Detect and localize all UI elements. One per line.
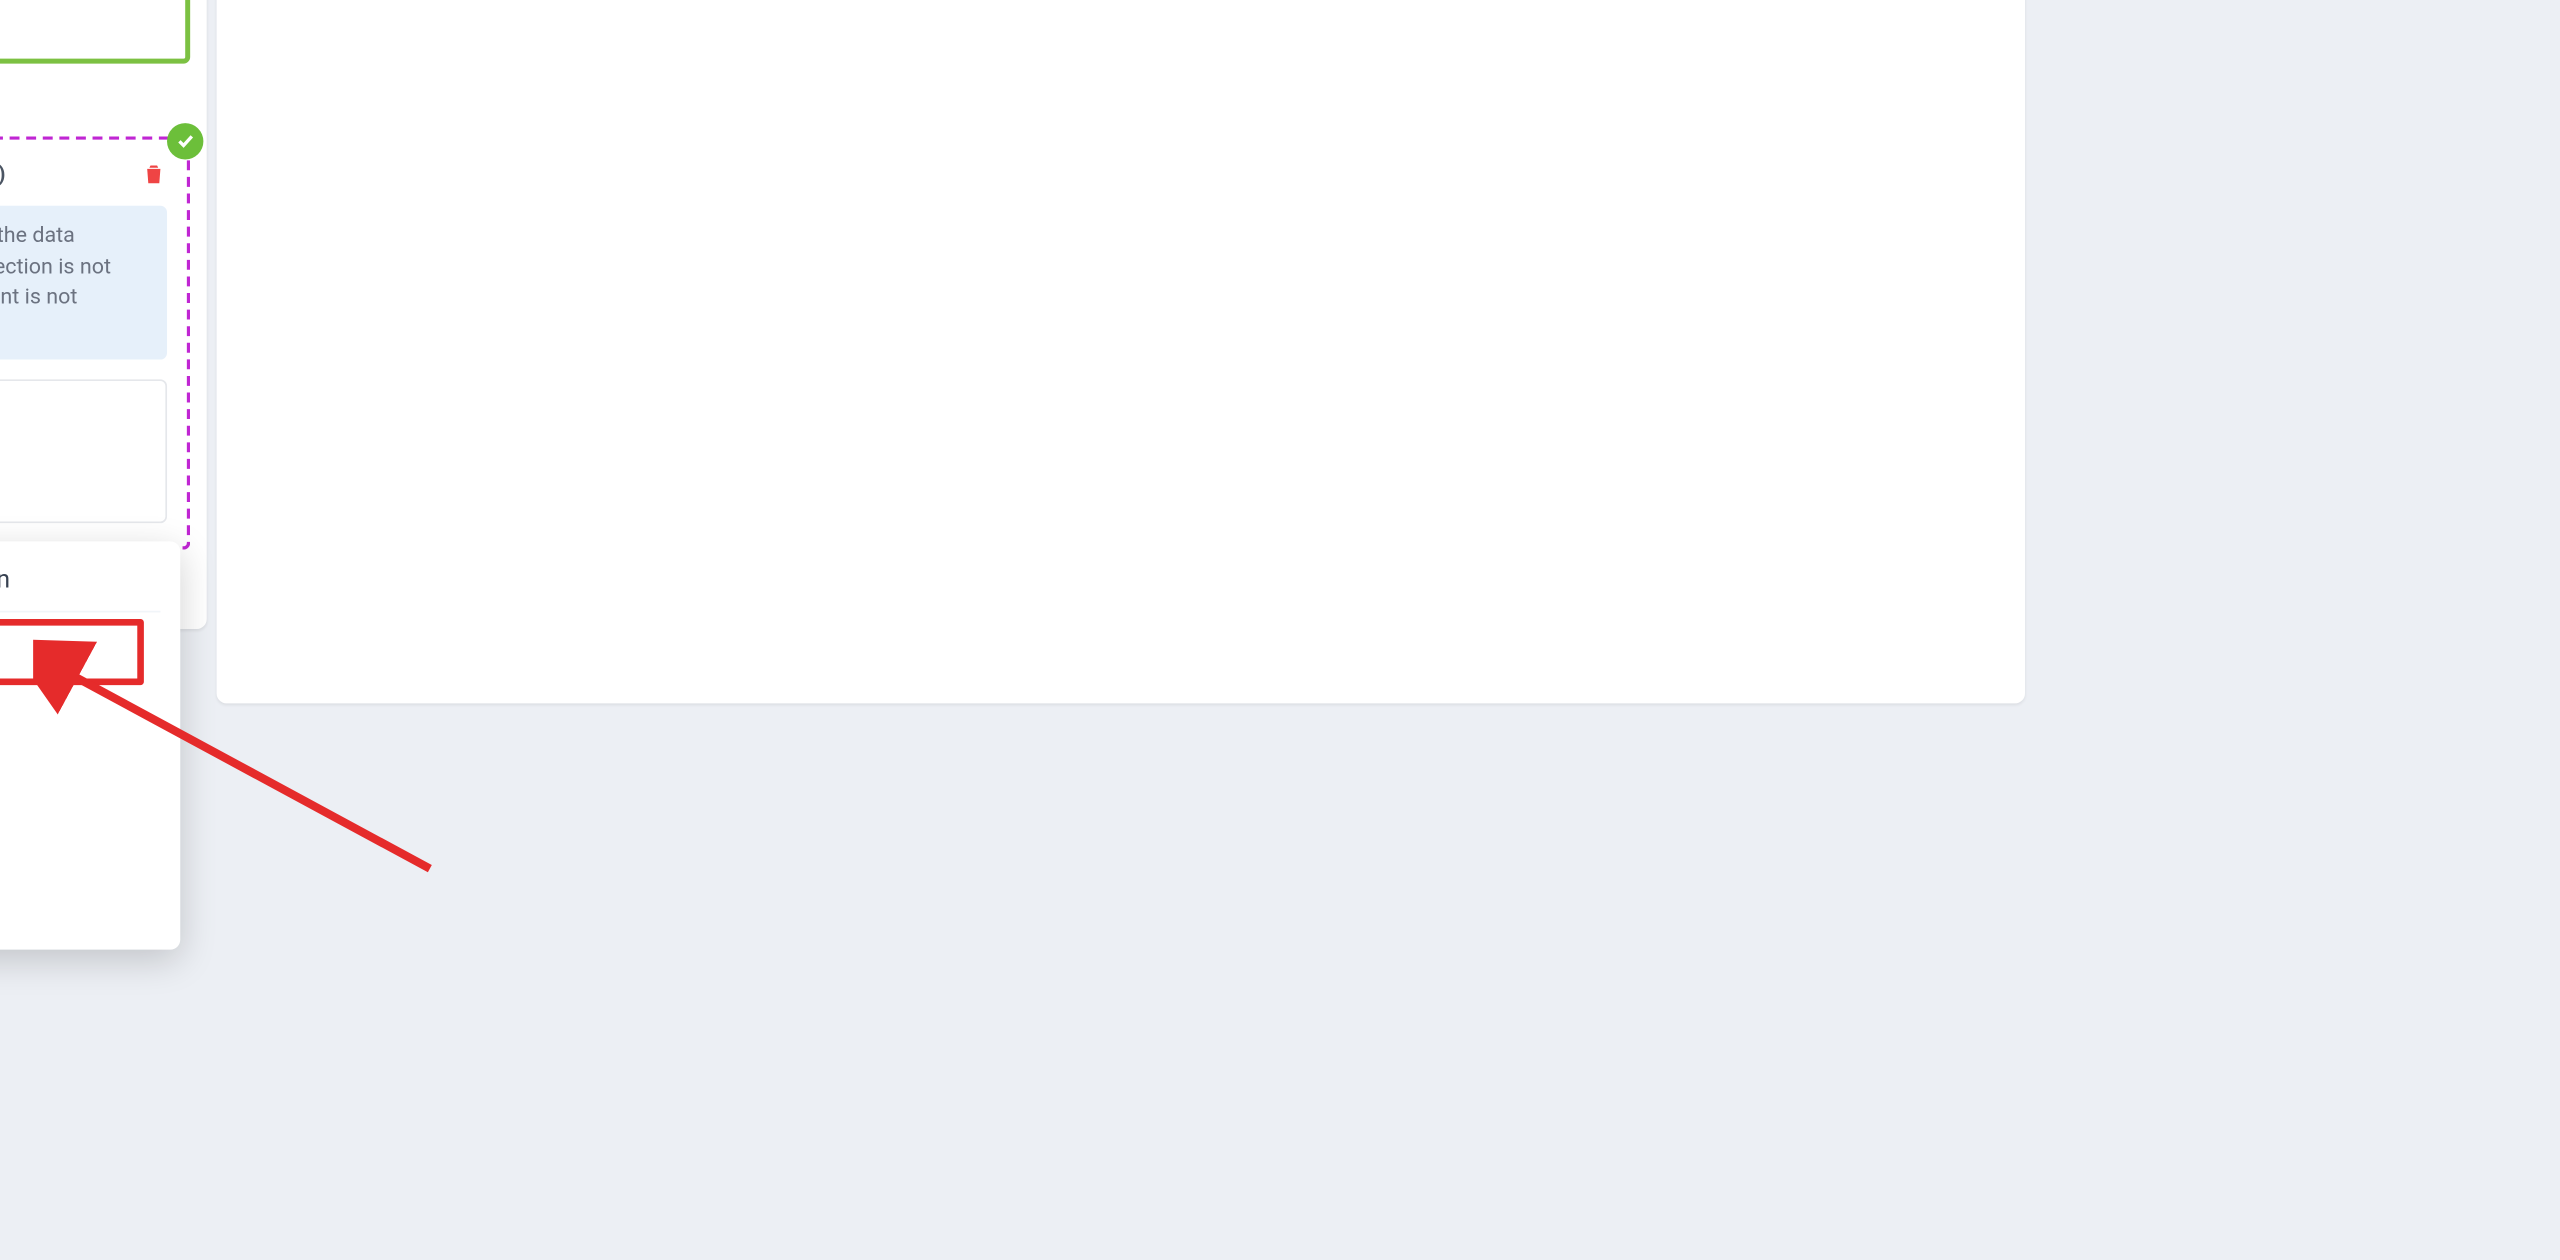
kv-row: Settingschange settings <box>0 0 169 7</box>
kv-row: Settingschange settings <box>0 434 146 470</box>
condition-note: This condition will be triggered if the … <box>0 207 167 360</box>
kv-row: ActionIf <box>0 398 146 434</box>
menu-item-data-search[interactable]: DATA SEARCH <box>0 748 137 808</box>
add-action-menu: Add next action DATA DESTINATIONAI TOOLS… <box>0 541 180 949</box>
kv-row: Testcheck <box>0 470 146 506</box>
menu-item-ai-tools-chatgpt-[interactable]: AI TOOLS (ChatGPT) <box>0 688 137 748</box>
step-destination-block: SystemKeepinCRMActionUpdate AGREEMENTAcc… <box>0 0 190 64</box>
content-panel <box>217 0 2025 703</box>
menu-item-mathematics[interactable]: MATHEMATICS <box>0 867 137 927</box>
condition-settings: ActionIfSettingschange settingsTestcheck <box>0 380 167 524</box>
check-badge-icon <box>167 124 203 160</box>
step-conditional-block: 3 CONDITIONAL LOGIC (IF/ELSE) This condi… <box>0 137 190 550</box>
menu-title: Add next action <box>0 564 180 610</box>
main-area: SystemKeepinCRMActionUpdate AGREEMENTAcc… <box>0 0 2055 1011</box>
delete-step-button[interactable] <box>141 162 167 188</box>
workflow-panel: SystemKeepinCRMActionUpdate AGREEMENTAcc… <box>0 0 207 629</box>
menu-item-formatting[interactable]: AaFORMATTING <box>0 807 137 867</box>
menu-item-data-destination[interactable]: DATA DESTINATION <box>0 619 144 685</box>
kv-row: Testcheck <box>0 7 169 43</box>
step-title: CONDITIONAL LOGIC (IF/ELSE) <box>0 163 6 188</box>
